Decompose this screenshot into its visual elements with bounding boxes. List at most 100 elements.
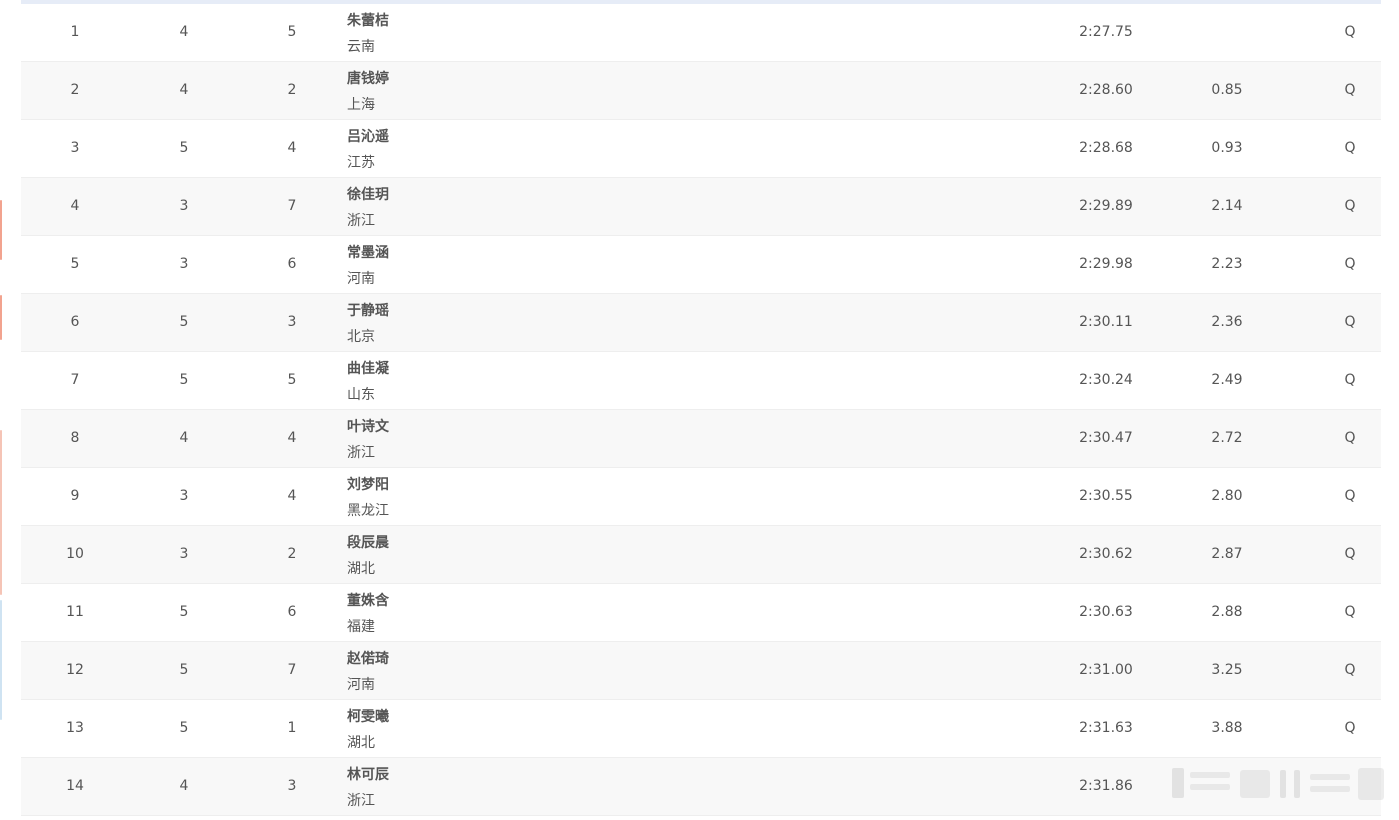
rank-cell: 12: [66, 662, 84, 678]
gap-cell: 2.23: [1211, 256, 1243, 272]
results-table: 1 4 5 2:27.75 Q 朱蕾桔 云南 2 4 2 2:28.60 0.85 Q 唐钱婷 上海 3 5 4 2…: [21, 4, 1381, 816]
athlete-name: 柯雯曦: [347, 709, 389, 725]
time-cell: 2:29.98: [1079, 256, 1133, 272]
athlete-name: 常墨涵: [347, 245, 389, 261]
rank-cell: 13: [66, 720, 84, 736]
athlete-team: 浙江: [347, 445, 375, 461]
heat-cell: 4: [179, 778, 189, 794]
table-row: 1 4 5 2:27.75 Q 朱蕾桔 云南: [21, 4, 1381, 62]
results-page: 1 4 5 2:27.75 Q 朱蕾桔 云南 2 4 2 2:28.60 0.85 Q 唐钱婷 上海 3 5 4 2…: [0, 0, 1399, 820]
table-row: 10 3 2 2:30.62 2.87 Q 段辰晨 湖北: [21, 526, 1381, 584]
athlete-team: 福建: [347, 619, 375, 635]
athlete-info: 曲佳凝 山东: [347, 359, 547, 405]
athlete-team: 浙江: [347, 793, 375, 809]
athlete-name: 林可辰: [347, 767, 389, 783]
qualify-mark: Q: [1344, 488, 1356, 504]
athlete-info: 于静瑶 北京: [347, 301, 547, 347]
left-edge-decoration: [0, 200, 2, 260]
time-cell: 2:30.63: [1079, 604, 1133, 620]
gap-cell: 2.87: [1211, 546, 1243, 562]
left-edge-decoration: [0, 430, 2, 595]
athlete-name: 曲佳凝: [347, 361, 389, 377]
heat-cell: 5: [179, 604, 189, 620]
gap-cell: 2.14: [1211, 198, 1243, 214]
athlete-team: 江苏: [347, 155, 375, 171]
athlete-info: 林可辰 浙江: [347, 765, 547, 811]
rank-cell: 11: [66, 604, 84, 620]
gap-cell: 2.72: [1211, 430, 1243, 446]
time-cell: 2:30.62: [1079, 546, 1133, 562]
athlete-name: 朱蕾桔: [347, 13, 389, 29]
lane-cell: 3: [287, 314, 297, 330]
qualify-mark: Q: [1344, 24, 1356, 40]
lane-cell: 2: [287, 546, 297, 562]
gap-cell: [1187, 4, 1267, 61]
gap-cell: 2.88: [1211, 604, 1243, 620]
time-cell: 2:28.68: [1079, 140, 1133, 156]
rank-cell: 1: [70, 24, 80, 40]
qualify-mark: Q: [1344, 256, 1356, 272]
time-cell: 2:30.11: [1079, 314, 1133, 330]
rank-cell: 9: [70, 488, 80, 504]
heat-cell: 5: [179, 720, 189, 736]
qualify-mark: Q: [1344, 720, 1356, 736]
qualify-mark: Q: [1344, 546, 1356, 562]
time-cell: 2:30.47: [1079, 430, 1133, 446]
qualify-mark: Q: [1344, 140, 1356, 156]
gap-cell: 0.93: [1211, 140, 1243, 156]
heat-cell: 3: [179, 198, 189, 214]
athlete-name: 吕沁遥: [347, 129, 389, 145]
heat-cell: 5: [179, 314, 189, 330]
table-row: 13 5 1 2:31.63 3.88 Q 柯雯曦 湖北: [21, 700, 1381, 758]
table-row: 11 5 6 2:30.63 2.88 Q 董姝含 福建: [21, 584, 1381, 642]
heat-cell: 3: [179, 488, 189, 504]
lane-cell: 5: [287, 372, 297, 388]
heat-cell: 3: [179, 256, 189, 272]
athlete-team: 浙江: [347, 213, 375, 229]
time-cell: 2:31.86: [1079, 778, 1133, 794]
lane-cell: 1: [287, 720, 297, 736]
time-cell: 2:30.55: [1079, 488, 1133, 504]
lane-cell: 5: [287, 24, 297, 40]
athlete-team: 云南: [347, 39, 375, 55]
table-row: 5 3 6 2:29.98 2.23 Q 常墨涵 河南: [21, 236, 1381, 294]
table-row: 3 5 4 2:28.68 0.93 Q 吕沁遥 江苏: [21, 120, 1381, 178]
time-cell: 2:30.24: [1079, 372, 1133, 388]
table-row: 8 4 4 2:30.47 2.72 Q 叶诗文 浙江: [21, 410, 1381, 468]
athlete-team: 北京: [347, 329, 375, 345]
athlete-info: 柯雯曦 湖北: [347, 707, 547, 753]
table-row: 2 4 2 2:28.60 0.85 Q 唐钱婷 上海: [21, 62, 1381, 120]
time-cell: 2:28.60: [1079, 82, 1133, 98]
athlete-name: 赵偌琦: [347, 651, 389, 667]
gap-cell: 2.49: [1211, 372, 1243, 388]
table-row: 4 3 7 2:29.89 2.14 Q 徐佳玥 浙江: [21, 178, 1381, 236]
athlete-name: 唐钱婷: [347, 71, 389, 87]
rank-cell: 2: [70, 82, 80, 98]
lane-cell: 4: [287, 488, 297, 504]
athlete-team: 湖北: [347, 735, 375, 751]
qualify-mark: Q: [1344, 430, 1356, 446]
athlete-team: 河南: [347, 677, 375, 693]
gap-cell: 2.36: [1211, 314, 1243, 330]
qualify-mark: Q: [1344, 662, 1356, 678]
lane-cell: 4: [287, 140, 297, 156]
rank-cell: 10: [66, 546, 84, 562]
lane-cell: 7: [287, 662, 297, 678]
qualify-mark: Q: [1344, 314, 1356, 330]
heat-cell: 4: [179, 430, 189, 446]
athlete-name: 董姝含: [347, 593, 389, 609]
qualify-mark: Q: [1344, 82, 1356, 98]
gap-cell: 3.88: [1211, 720, 1243, 736]
athlete-info: 常墨涵 河南: [347, 243, 547, 289]
athlete-team: 黑龙江: [347, 503, 389, 519]
athlete-team: 上海: [347, 97, 375, 113]
athlete-info: 朱蕾桔 云南: [347, 11, 547, 57]
athlete-team: 湖北: [347, 561, 375, 577]
lane-cell: 6: [287, 604, 297, 620]
table-row: 7 5 5 2:30.24 2.49 Q 曲佳凝 山东: [21, 352, 1381, 410]
athlete-name: 刘梦阳: [347, 477, 389, 493]
rank-cell: 8: [70, 430, 80, 446]
athlete-info: 赵偌琦 河南: [347, 649, 547, 695]
lane-cell: 7: [287, 198, 297, 214]
time-cell: 2:27.75: [1079, 24, 1133, 40]
